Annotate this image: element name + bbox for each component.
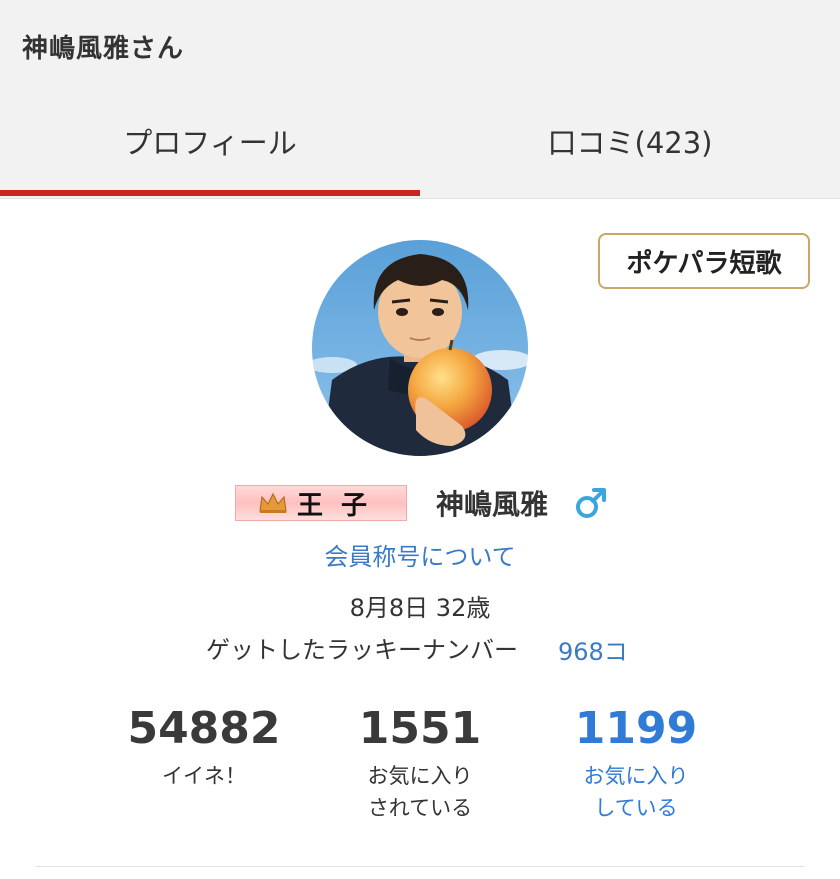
- pokepara-tanka-button[interactable]: ポケパラ短歌: [598, 233, 810, 289]
- tab-reviews[interactable]: 口コミ(423): [420, 92, 840, 190]
- top-header: 神嶋風雅さん: [0, 0, 840, 92]
- tab-profile[interactable]: プロフィール: [0, 92, 420, 190]
- stat-likes-label: イイネ！: [162, 764, 246, 788]
- stat-favoriting[interactable]: 1199 お気に入り している: [526, 702, 746, 824]
- lucky-number-value[interactable]: 968コ: [558, 632, 628, 667]
- avatar-illustration: [312, 240, 528, 456]
- stat-favoriting-value[interactable]: 1199: [526, 702, 746, 756]
- stat-favorited-value: 1551: [358, 703, 482, 754]
- rank-label: 王子: [296, 490, 385, 521]
- stat-likes: 54882 イイネ！: [94, 702, 314, 792]
- crown-icon: [259, 492, 287, 513]
- divider: [35, 866, 805, 867]
- page-title: 神嶋風雅さん: [22, 34, 185, 64]
- male-icon: [576, 488, 606, 518]
- lucky-number-label: ゲットしたラッキーナンバー: [206, 636, 518, 664]
- birthday-age: 8月8日 32歳: [349, 594, 491, 622]
- stat-favoriting-label[interactable]: お気に入り している: [526, 760, 746, 824]
- user-name: 神嶋風雅: [436, 488, 549, 521]
- stat-likes-value: 54882: [127, 703, 281, 754]
- active-tab-indicator: [0, 190, 420, 196]
- rank-badge: 王子: [235, 485, 407, 521]
- stat-favorited: 1551 お気に入り されている: [310, 702, 530, 824]
- tab-bar: プロフィール 口コミ(423): [0, 92, 840, 199]
- member-title-link[interactable]: 会員称号について: [0, 537, 840, 572]
- stat-favorited-label: お気に入り されている: [367, 764, 473, 820]
- avatar[interactable]: [312, 240, 528, 456]
